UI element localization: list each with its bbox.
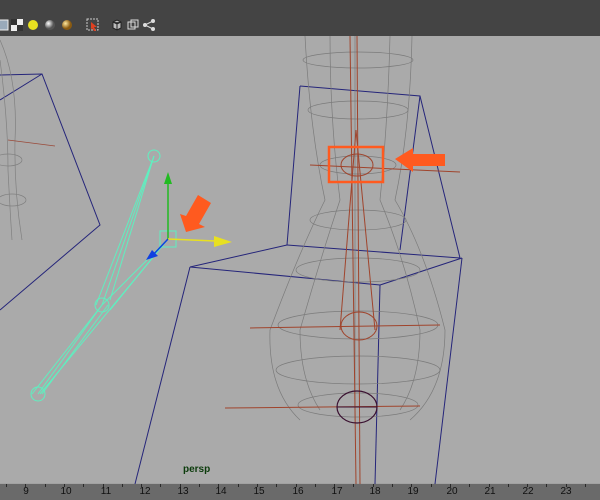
graph-icon[interactable] bbox=[142, 18, 156, 32]
tick-label: 23 bbox=[560, 486, 572, 497]
tick-label: 21 bbox=[484, 486, 496, 497]
tick-mark bbox=[585, 484, 586, 487]
tick-label: 17 bbox=[331, 486, 343, 497]
tick-mark bbox=[160, 484, 161, 487]
tick-mark bbox=[218, 484, 219, 487]
highlight-arrow-left bbox=[180, 195, 211, 232]
tick-mark bbox=[508, 484, 509, 487]
right-box-wireframe bbox=[134, 85, 463, 484]
left-leg-wireframe bbox=[0, 39, 56, 241]
tick-mark bbox=[141, 484, 142, 487]
tick-mark bbox=[469, 484, 470, 487]
tick-mark bbox=[315, 484, 316, 487]
time-slider[interactable]: 9 10 11 12 13 14 15 16 17 18 19 20 21 22… bbox=[0, 484, 600, 500]
checker-icon[interactable] bbox=[10, 18, 24, 32]
gold-sphere-icon[interactable] bbox=[60, 18, 74, 32]
tick-mark bbox=[103, 484, 104, 487]
tick-mark bbox=[25, 484, 26, 487]
tick-mark bbox=[566, 484, 567, 487]
tick-mark bbox=[546, 484, 547, 487]
tick-mark bbox=[296, 484, 297, 487]
sphere-icon[interactable] bbox=[43, 18, 57, 32]
tick-label: 19 bbox=[407, 486, 419, 497]
tick-mark bbox=[489, 484, 490, 487]
tick-label: 18 bbox=[369, 486, 381, 497]
tick-mark bbox=[334, 484, 335, 487]
tick-mark bbox=[411, 484, 412, 487]
tick-label: 11 bbox=[100, 486, 112, 497]
tick-label: 10 bbox=[60, 486, 72, 497]
light-icon[interactable] bbox=[26, 18, 40, 32]
cube-icon[interactable] bbox=[110, 18, 124, 32]
tick-mark bbox=[180, 484, 181, 487]
tick-label: 16 bbox=[292, 486, 304, 497]
tick-mark bbox=[450, 484, 451, 487]
tick-mark bbox=[527, 484, 528, 487]
tick-label: 22 bbox=[522, 486, 534, 497]
tick-label: 9 bbox=[23, 486, 29, 497]
tick-mark bbox=[45, 484, 46, 487]
wire-cube-icon[interactable] bbox=[126, 18, 140, 32]
tick-mark bbox=[199, 484, 200, 487]
tick-mark bbox=[83, 484, 84, 487]
view-toolbar bbox=[0, 0, 600, 36]
tick-mark bbox=[373, 484, 374, 487]
tick-mark bbox=[6, 484, 7, 487]
tick-mark bbox=[276, 484, 277, 487]
tick-label: 15 bbox=[253, 486, 265, 497]
tick-mark bbox=[353, 484, 354, 487]
tick-label: 14 bbox=[215, 486, 227, 497]
tick-label: 12 bbox=[139, 486, 151, 497]
tick-mark bbox=[257, 484, 258, 487]
scene-canvas[interactable] bbox=[0, 36, 600, 484]
tick-mark bbox=[238, 484, 239, 487]
shading-icon[interactable] bbox=[0, 18, 10, 32]
tick-mark bbox=[64, 484, 65, 487]
select-icon[interactable] bbox=[86, 18, 100, 32]
perspective-viewport[interactable]: persp bbox=[0, 36, 600, 484]
camera-label: persp bbox=[183, 464, 211, 475]
tick-mark bbox=[392, 484, 393, 487]
tick-mark bbox=[122, 484, 123, 487]
joint-chain bbox=[30, 149, 177, 402]
tick-label: 13 bbox=[177, 486, 189, 497]
tick-mark bbox=[431, 484, 432, 487]
tick-label: 20 bbox=[446, 486, 458, 497]
